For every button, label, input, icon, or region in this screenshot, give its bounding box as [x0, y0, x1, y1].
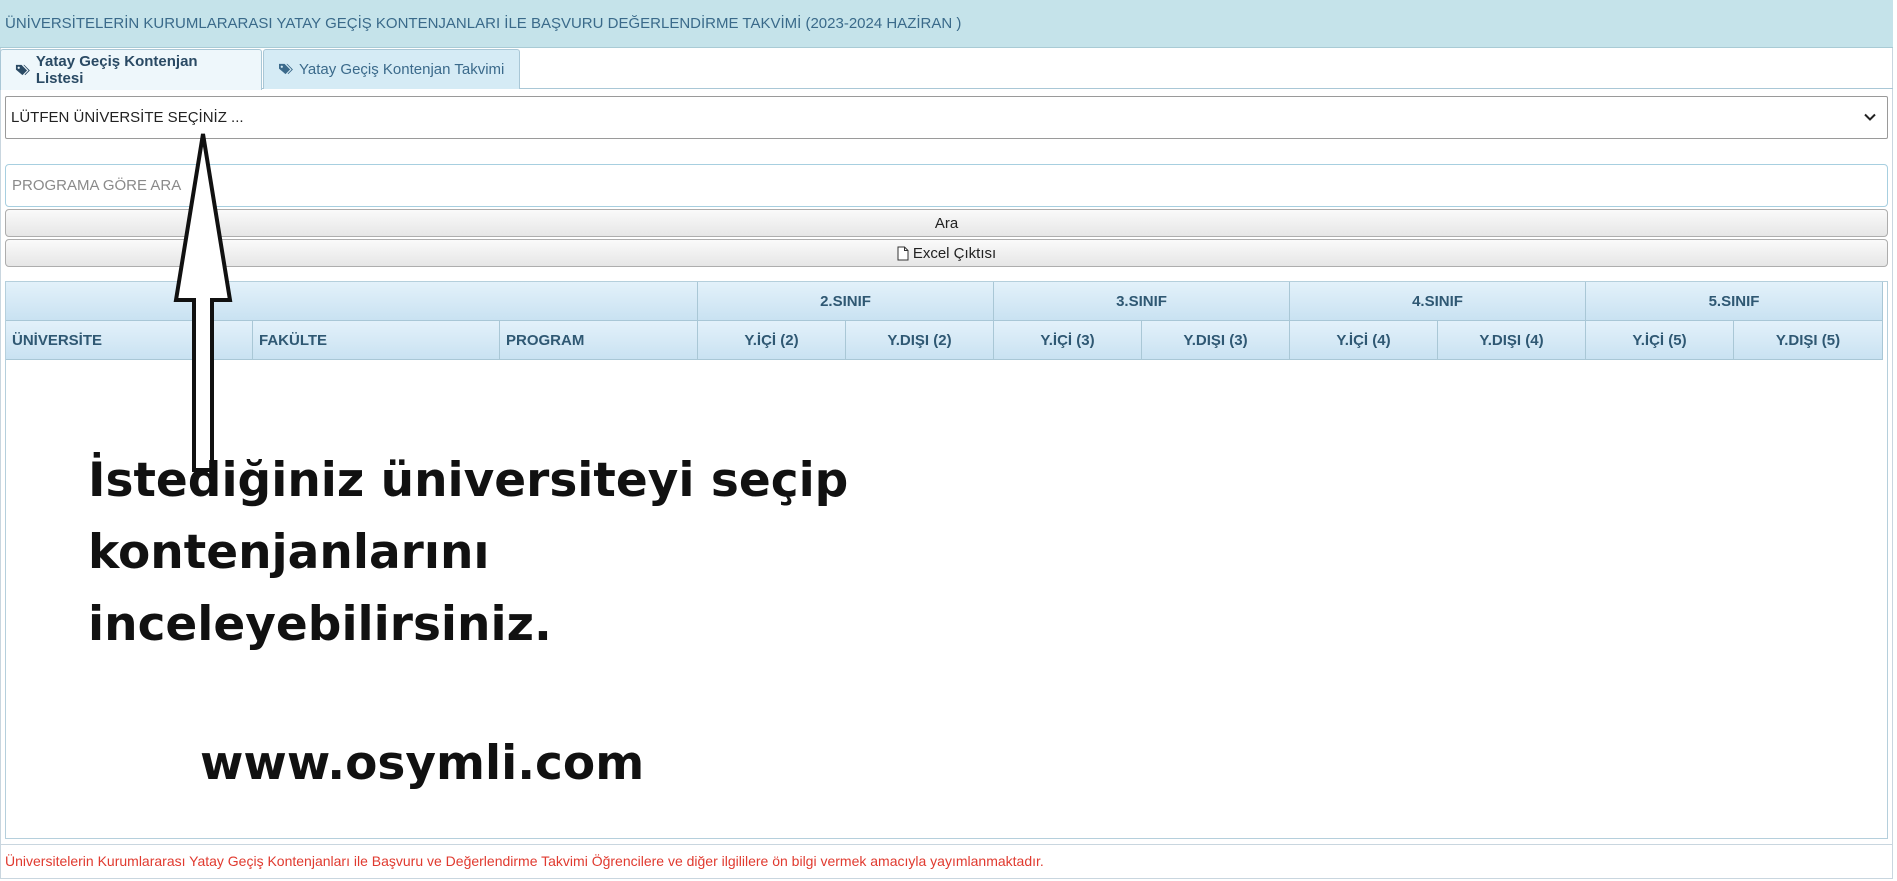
table-group-header-row: 2.SINIF 3.SINIF 4.SINIF 5.SINIF: [6, 282, 1887, 321]
table-header-3-sinif: 3.SINIF: [994, 282, 1290, 321]
file-icon: [897, 246, 909, 260]
instruction-annotation: İstediğiniz üniversiteyi seçip kontenjan…: [88, 445, 1188, 661]
tab-label: Yatay Geçiş Kontenjan Listesi: [35, 53, 198, 87]
search-button-label: Ara: [934, 214, 959, 232]
table-column-header-row: ÜNİVERSİTE FAKÜLTE PROGRAM Y.İÇİ (2) Y.D…: [6, 321, 1887, 360]
footer-divider: [0, 844, 1893, 845]
tags-icon: [15, 64, 30, 75]
search-button[interactable]: Ara: [5, 209, 1888, 237]
arrow-up-annotation-icon: [173, 133, 233, 472]
table-header-2-sinif: 2.SINIF: [698, 282, 994, 321]
footer-note: Üniversitelerin Kurumlararası Yatay Geçi…: [5, 853, 1044, 869]
excel-button-label: Excel Çıktısı: [912, 244, 997, 262]
tab-kontenjan-listesi[interactable]: Yatay Geçiş Kontenjan Listesi: [0, 49, 262, 90]
column-header-ydisi-5[interactable]: Y.DIŞI (5): [1734, 321, 1883, 360]
page-title: ÜNİVERSİTELERİN KURUMLARARASI YATAY GEÇİ…: [5, 15, 962, 32]
column-header-yici-5[interactable]: Y.İÇİ (5): [1586, 321, 1734, 360]
program-search-input[interactable]: [5, 164, 1888, 207]
column-header-yici-3[interactable]: Y.İÇİ (3): [994, 321, 1142, 360]
instruction-line-2: inceleyebilirsiniz.: [88, 597, 552, 652]
tab-bar: Yatay Geçiş Kontenjan Listesi Yatay Geçi…: [0, 49, 1893, 90]
column-header-yici-4[interactable]: Y.İÇİ (4): [1290, 321, 1438, 360]
tab-kontenjan-takvimi[interactable]: Yatay Geçiş Kontenjan Takvimi: [263, 49, 520, 89]
table-header-blank: [6, 282, 698, 321]
page-title-bar: ÜNİVERSİTELERİN KURUMLARARASI YATAY GEÇİ…: [0, 0, 1893, 48]
table-header-5-sinif: 5.SINIF: [1586, 282, 1883, 321]
column-header-program[interactable]: PROGRAM: [500, 321, 698, 360]
instruction-line-1: İstediğiniz üniversiteyi seçip kontenjan…: [88, 453, 849, 580]
table-header-4-sinif: 4.SINIF: [1290, 282, 1586, 321]
chevron-down-icon: [1864, 113, 1876, 121]
university-select-value: LÜTFEN ÜNİVERSİTE SEÇİNİZ ...: [11, 109, 244, 126]
tags-icon: [279, 63, 293, 75]
column-header-ydisi-2[interactable]: Y.DIŞI (2): [846, 321, 994, 360]
column-header-ydisi-4[interactable]: Y.DIŞI (4): [1438, 321, 1586, 360]
column-header-ydisi-3[interactable]: Y.DIŞI (3): [1142, 321, 1290, 360]
tab-label: Yatay Geçiş Kontenjan Takvimi: [299, 61, 505, 78]
column-header-fakulte[interactable]: FAKÜLTE: [253, 321, 500, 360]
excel-export-button[interactable]: Excel Çıktısı: [5, 239, 1888, 267]
university-select[interactable]: LÜTFEN ÜNİVERSİTE SEÇİNİZ ...: [5, 96, 1888, 139]
column-header-yici-2[interactable]: Y.İÇİ (2): [698, 321, 846, 360]
website-watermark: www.osymli.com: [200, 736, 645, 791]
